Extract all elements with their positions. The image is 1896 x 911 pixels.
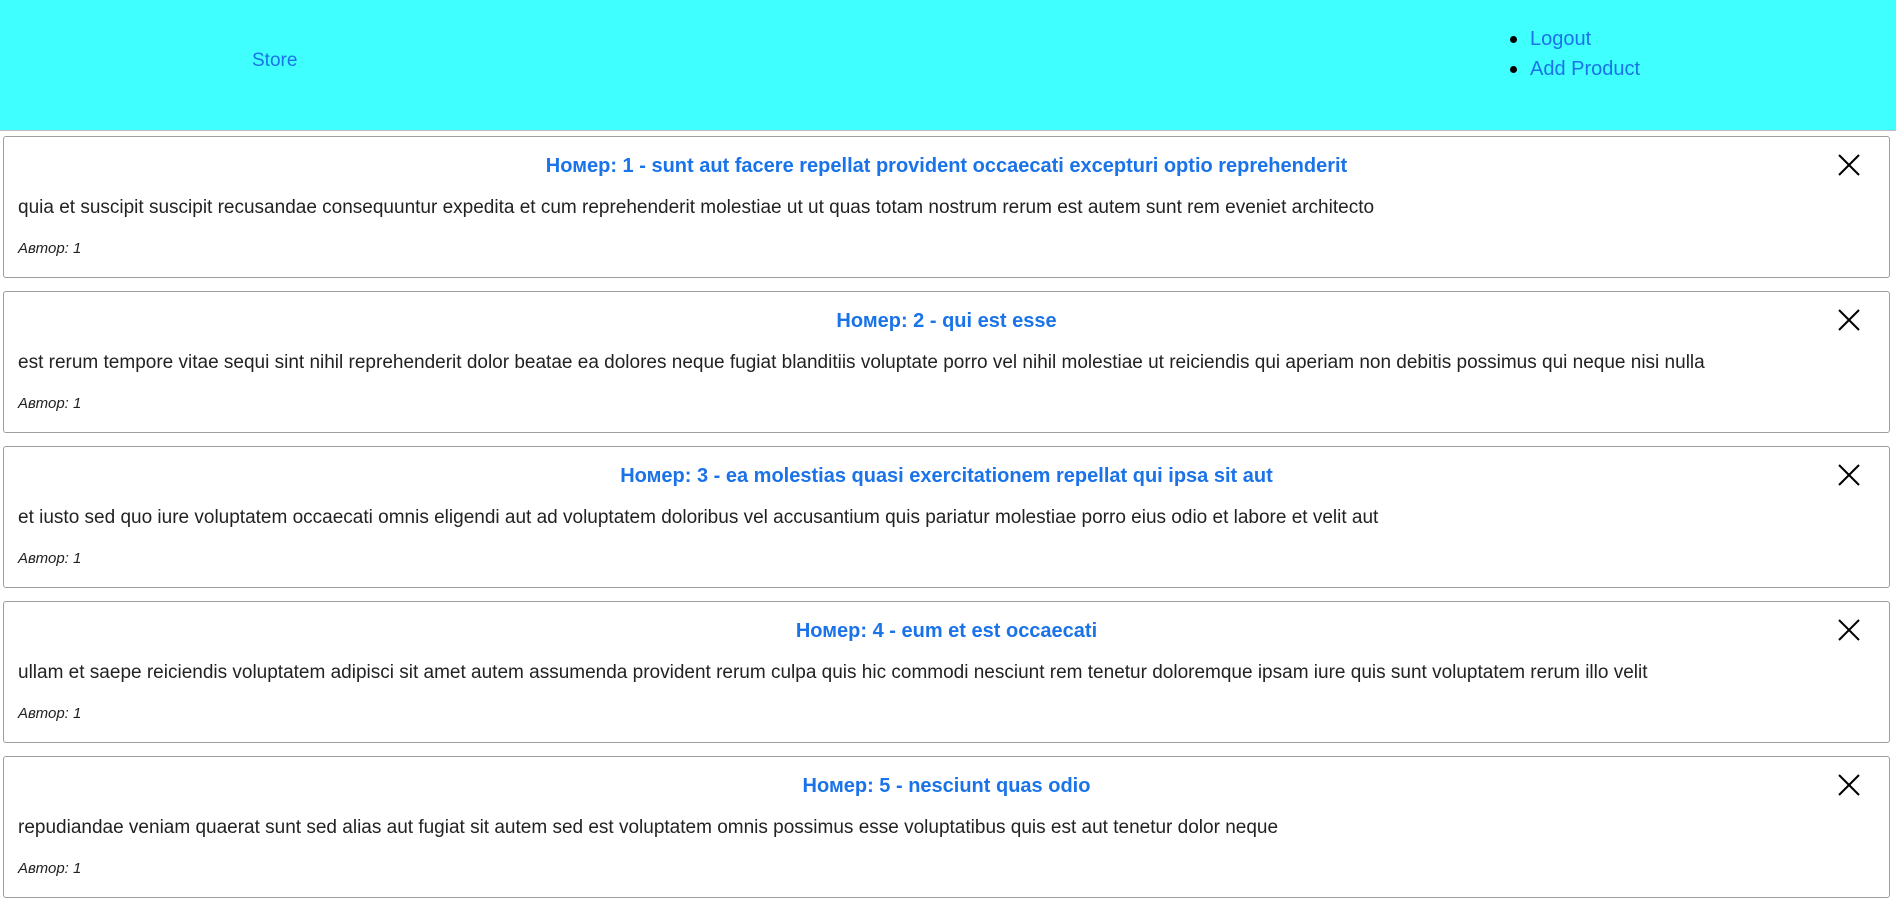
logout-link[interactable]: Logout bbox=[1530, 28, 1591, 50]
brand-link[interactable]: Store bbox=[252, 50, 297, 72]
post-title: Номер: 5 - nesciunt quas odio bbox=[802, 775, 1091, 797]
post-body: ullam et saepe reiciendis voluptatem adi… bbox=[18, 662, 1648, 683]
post-title: Номер: 1 - sunt aut facere repellat prov… bbox=[545, 155, 1348, 177]
post-author: Автор: 1 bbox=[18, 705, 82, 722]
post-card: Номер: 1 - sunt aut facere repellat prov… bbox=[3, 136, 1890, 278]
close-icon bbox=[1838, 774, 1860, 796]
delete-post-button[interactable] bbox=[1835, 151, 1863, 179]
delete-post-button[interactable] bbox=[1835, 771, 1863, 799]
post-title: Номер: 4 - eum et est occaecati bbox=[795, 620, 1098, 642]
post-body: est rerum tempore vitae sequi sint nihil… bbox=[18, 352, 1705, 373]
post-card: Номер: 3 - ea molestias quasi exercitati… bbox=[3, 446, 1890, 588]
post-card: Номер: 4 - eum et est occaecati ullam et… bbox=[3, 601, 1890, 743]
nav-item-logout: Logout bbox=[1510, 24, 1640, 54]
add-product-link[interactable]: Add Product bbox=[1530, 58, 1640, 80]
post-body: quia et suscipit suscipit recusandae con… bbox=[18, 197, 1375, 218]
delete-post-button[interactable] bbox=[1835, 461, 1863, 489]
nav-menu: Logout Add Product bbox=[1510, 24, 1640, 84]
nav-item-add-product: Add Product bbox=[1510, 54, 1640, 84]
post-body: repudiandae veniam quaerat sunt sed alia… bbox=[18, 817, 1279, 838]
post-author: Автор: 1 bbox=[18, 550, 82, 567]
close-icon bbox=[1838, 154, 1860, 176]
post-card: Номер: 5 - nesciunt quas odio repudianda… bbox=[3, 756, 1890, 898]
post-card: Номер: 2 - qui est esse est rerum tempor… bbox=[3, 291, 1890, 433]
delete-post-button[interactable] bbox=[1835, 306, 1863, 334]
close-icon bbox=[1838, 464, 1860, 486]
post-body: et iusto sed quo iure voluptatem occaeca… bbox=[18, 507, 1379, 528]
delete-post-button[interactable] bbox=[1835, 616, 1863, 644]
header: Store Logout Add Product bbox=[0, 0, 1896, 131]
post-author: Автор: 1 bbox=[18, 860, 82, 877]
post-author: Автор: 1 bbox=[18, 240, 82, 257]
post-author: Автор: 1 bbox=[18, 395, 82, 412]
post-list: Номер: 1 - sunt aut facere repellat prov… bbox=[3, 136, 1890, 911]
post-title: Номер: 2 - qui est esse bbox=[836, 310, 1057, 332]
post-title: Номер: 3 - ea molestias quasi exercitati… bbox=[620, 465, 1273, 487]
close-icon bbox=[1838, 309, 1860, 331]
close-icon bbox=[1838, 619, 1860, 641]
